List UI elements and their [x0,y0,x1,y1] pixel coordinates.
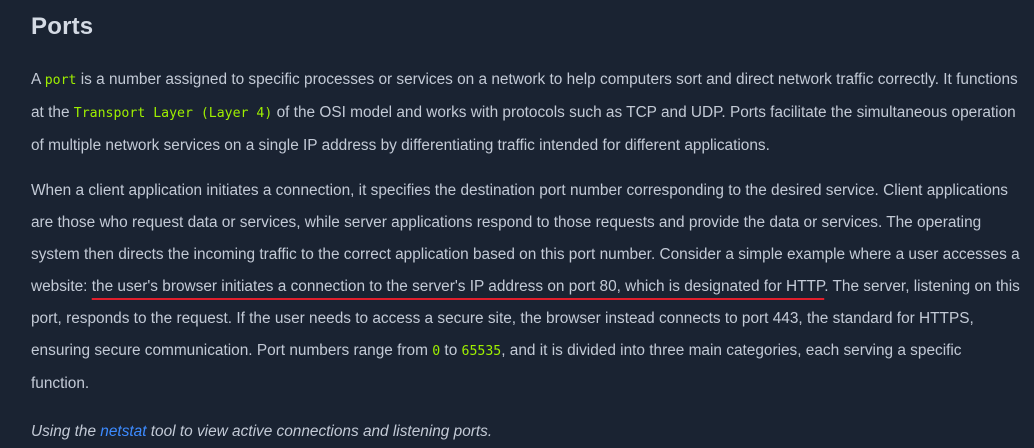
inline-code-port: port [44,73,77,88]
red-underlined-text: the user's browser initiates a connectio… [91,278,825,295]
paragraph-port-definition: A port is a number assigned to specific … [31,64,1021,162]
text-segment: Using the [31,423,101,440]
caption-netstat: Using the netstat tool to view active co… [31,416,1021,448]
paragraph-client-connection: When a client application initiates a co… [31,175,1021,400]
inline-code-port-max: 65535 [461,344,502,359]
inline-code-transport-layer: Transport Layer (Layer 4) [73,106,273,121]
netstat-link[interactable]: netstat [100,423,146,440]
inline-code-port-min: 0 [432,344,441,359]
section-heading: Ports [31,13,94,40]
text-segment: tool to view active connections and list… [146,423,493,440]
text-segment: to [440,342,462,359]
text-segment: A [31,71,45,88]
